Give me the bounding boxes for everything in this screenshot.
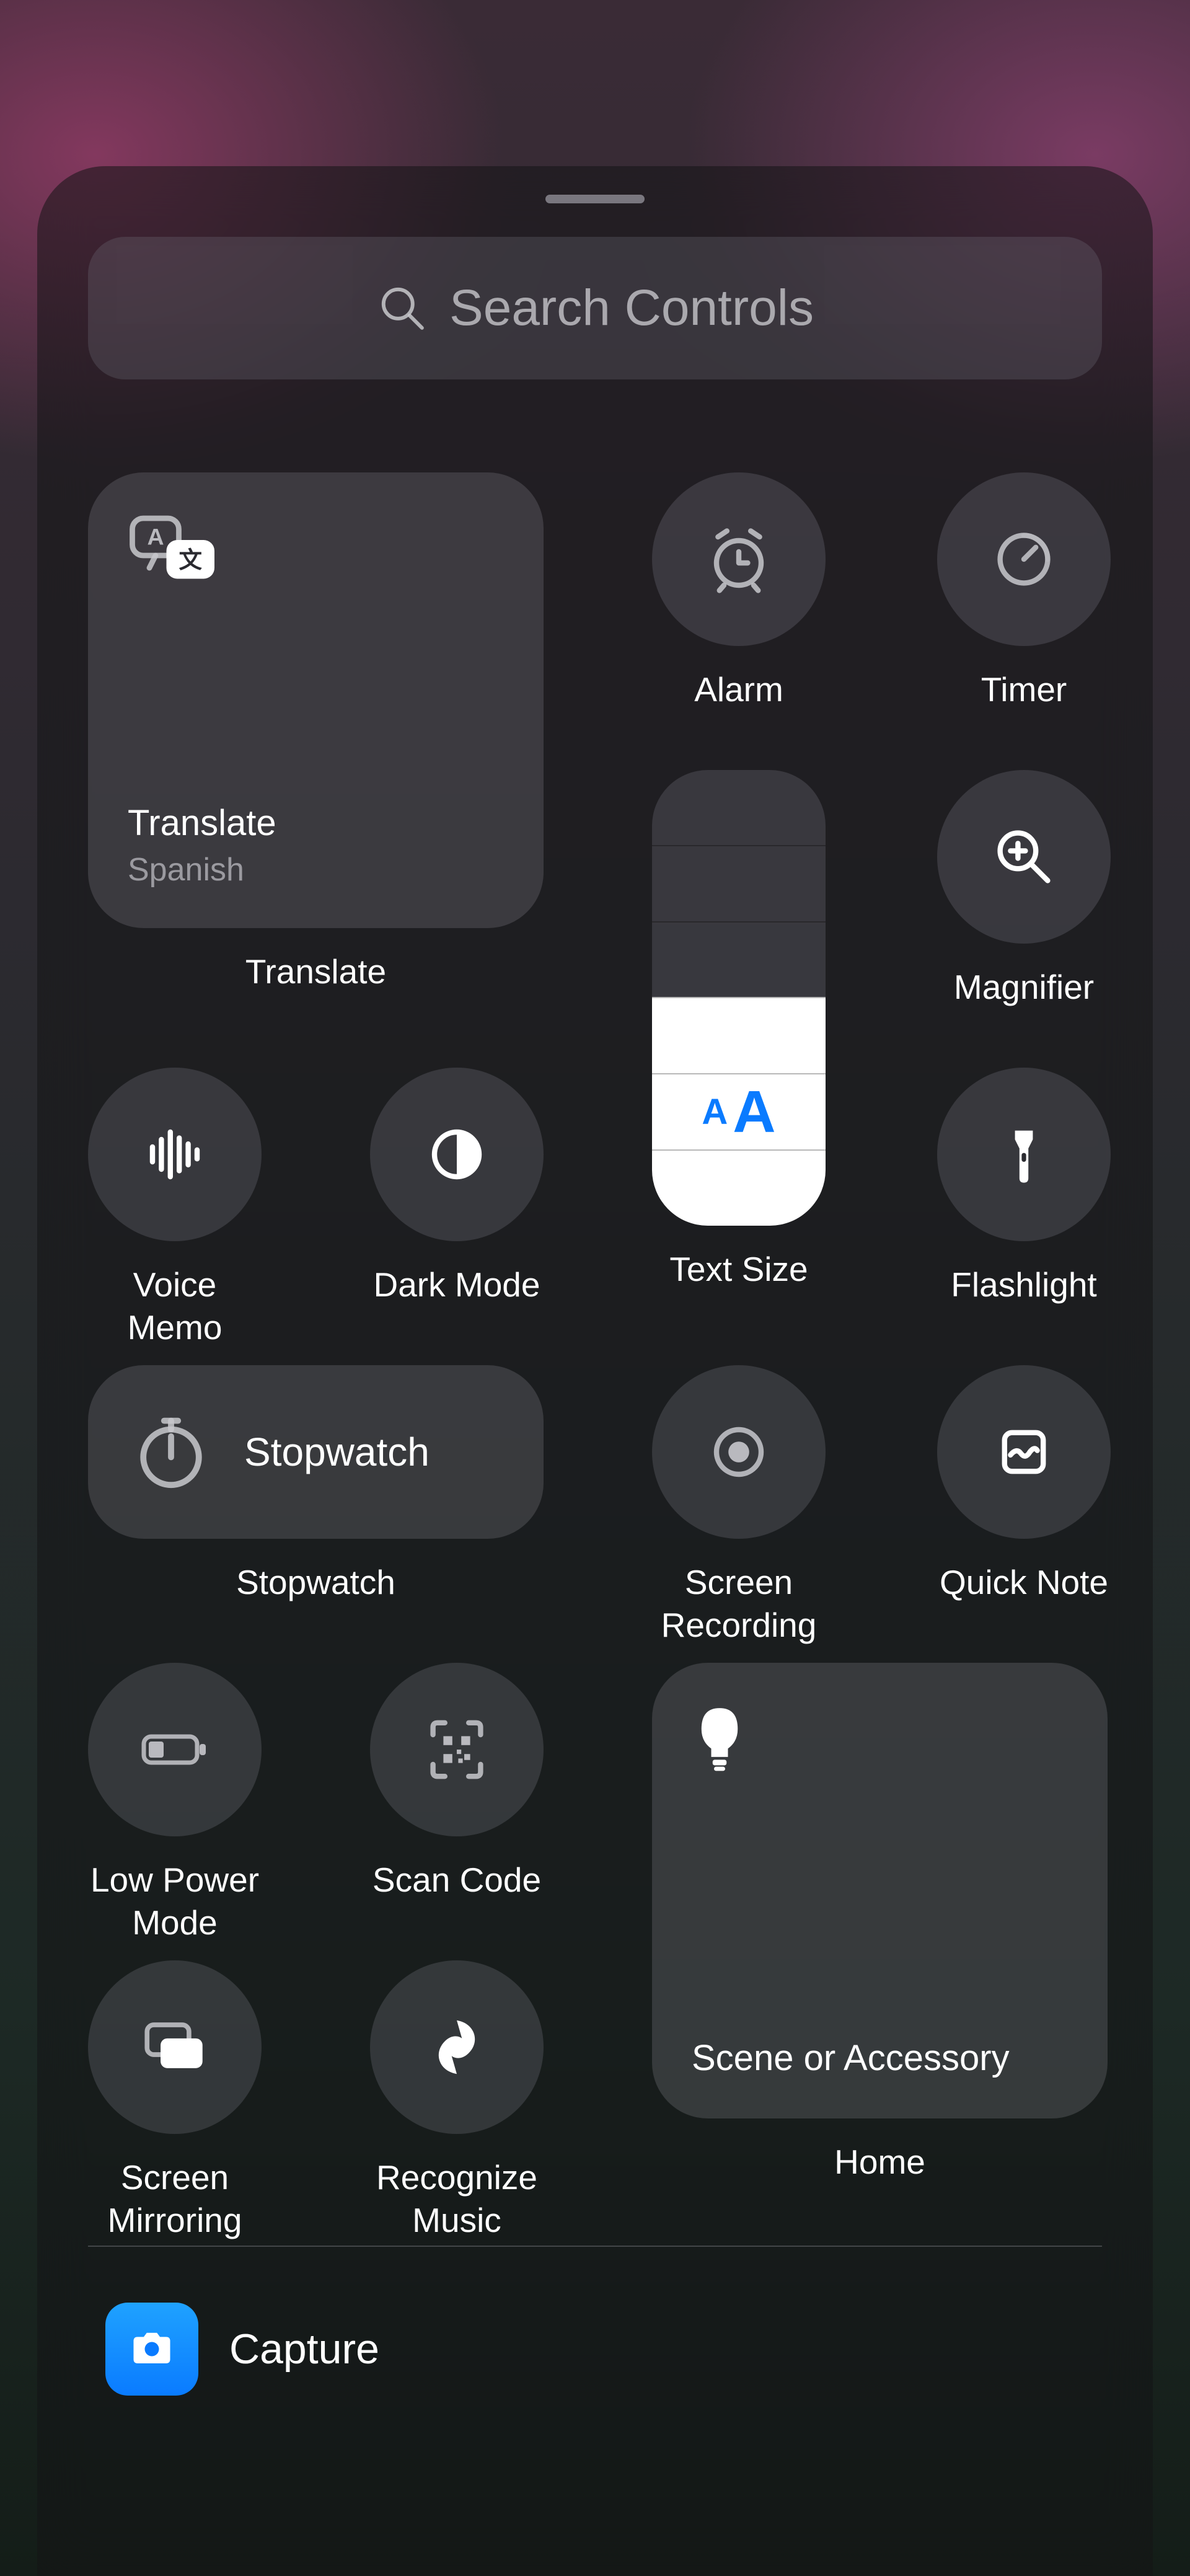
darkmode-button[interactable]: [370, 1068, 544, 1241]
screenrecording-icon: [702, 1415, 776, 1489]
magnifier-label: Magnifier: [954, 966, 1094, 1009]
screenmirroring-button[interactable]: [88, 1960, 262, 2134]
textsize-cell: AA Text Size: [652, 770, 826, 1291]
quicknote-icon: [987, 1415, 1061, 1489]
recognizemusic-icon: [420, 2010, 494, 2084]
alarm-cell: Alarm: [652, 472, 826, 711]
voicememo-cell: Voice Memo: [88, 1068, 262, 1349]
capture-app-label: Capture: [229, 2325, 379, 2373]
screenrecording-button[interactable]: [652, 1365, 826, 1539]
timer-icon: [987, 522, 1061, 596]
stopwatch-label: Stopwatch: [236, 1561, 395, 1604]
screenmirroring-icon: [138, 2010, 212, 2084]
textsize-slider[interactable]: AA: [652, 770, 826, 1226]
screenrecording-label: Screen Recording: [661, 1561, 817, 1647]
alarm-button[interactable]: [652, 472, 826, 646]
search-input[interactable]: Search Controls: [88, 237, 1102, 379]
quicknote-label: Quick Note: [940, 1561, 1108, 1604]
home-label: Home: [834, 2141, 925, 2184]
recognizemusic-cell: Recognize Music: [370, 1960, 544, 2242]
scancode-button[interactable]: [370, 1663, 544, 1836]
timer-label: Timer: [981, 668, 1067, 711]
darkmode-icon: [420, 1117, 494, 1192]
screenmirroring-cell: Screen Mirroring: [88, 1960, 262, 2242]
translate-tile-subtitle: Spanish: [128, 851, 504, 888]
alarm-label: Alarm: [694, 668, 783, 711]
alarm-icon: [702, 522, 776, 596]
camera-icon: [126, 2324, 177, 2375]
magnifier-cell: Magnifier: [937, 770, 1111, 1009]
home-tile-label: Scene or Accessory: [692, 2037, 1068, 2079]
lowpower-label: Low Power Mode: [90, 1859, 259, 1944]
svg-text:A: A: [147, 524, 164, 550]
translate-label: Translate: [245, 950, 386, 993]
voicememo-button[interactable]: [88, 1068, 262, 1241]
translate-icon: A 文: [128, 512, 221, 590]
voicememo-label: Voice Memo: [88, 1264, 262, 1349]
section-divider: [88, 2246, 1102, 2247]
controls-grid: A 文 Translate Spanish Translate: [88, 472, 1102, 2246]
timer-button[interactable]: [937, 472, 1111, 646]
translate-tile-title: Translate: [128, 802, 504, 844]
search-icon: [376, 282, 428, 334]
svg-text:文: 文: [179, 547, 203, 573]
magnifier-button[interactable]: [937, 770, 1111, 944]
lightbulb-icon: [692, 1702, 747, 1779]
stopwatch-icon: [128, 1409, 214, 1495]
timer-cell: Timer: [937, 472, 1111, 711]
translate-cell: A 文 Translate Spanish Translate: [88, 472, 544, 993]
capture-app-icon: [105, 2303, 198, 2396]
screenrecording-cell: Screen Recording: [652, 1365, 826, 1647]
voicememo-icon: [138, 1117, 212, 1192]
screenmirroring-label: Screen Mirroring: [108, 2156, 242, 2242]
flashlight-button[interactable]: [937, 1068, 1111, 1241]
darkmode-label: Dark Mode: [374, 1264, 540, 1306]
quicknote-button[interactable]: [937, 1365, 1111, 1539]
scancode-label: Scan Code: [372, 1859, 541, 1901]
recognizemusic-button[interactable]: [370, 1960, 544, 2134]
stopwatch-tile[interactable]: Stopwatch: [88, 1365, 544, 1539]
sheet-grabber[interactable]: [545, 195, 645, 203]
home-cell: Scene or Accessory Home: [652, 1663, 1108, 2184]
magnifier-icon: [987, 820, 1061, 894]
stopwatch-cell: Stopwatch Stopwatch: [88, 1365, 544, 1604]
recognizemusic-label: Recognize Music: [376, 2156, 537, 2242]
flashlight-cell: Flashlight: [937, 1068, 1111, 1306]
flashlight-label: Flashlight: [951, 1264, 1096, 1306]
scancode-cell: Scan Code: [370, 1663, 544, 1901]
translate-tile[interactable]: A 文 Translate Spanish: [88, 472, 544, 928]
search-placeholder: Search Controls: [449, 279, 814, 337]
textsize-icon: AA: [652, 1073, 826, 1149]
lowpower-icon: [138, 1712, 212, 1787]
quicknote-cell: Quick Note: [937, 1365, 1111, 1604]
lowpower-cell: Low Power Mode: [88, 1663, 262, 1944]
control-gallery-panel: Search Controls A 文 Translate Spanish Tr…: [37, 166, 1153, 2576]
flashlight-icon: [987, 1117, 1061, 1192]
stopwatch-tile-label: Stopwatch: [244, 1429, 430, 1475]
darkmode-cell: Dark Mode: [370, 1068, 544, 1306]
scancode-icon: [420, 1712, 494, 1787]
home-tile[interactable]: Scene or Accessory: [652, 1663, 1108, 2118]
app-capture-row[interactable]: Capture: [105, 2303, 1085, 2396]
lowpower-button[interactable]: [88, 1663, 262, 1836]
textsize-label: Text Size: [669, 1248, 808, 1291]
